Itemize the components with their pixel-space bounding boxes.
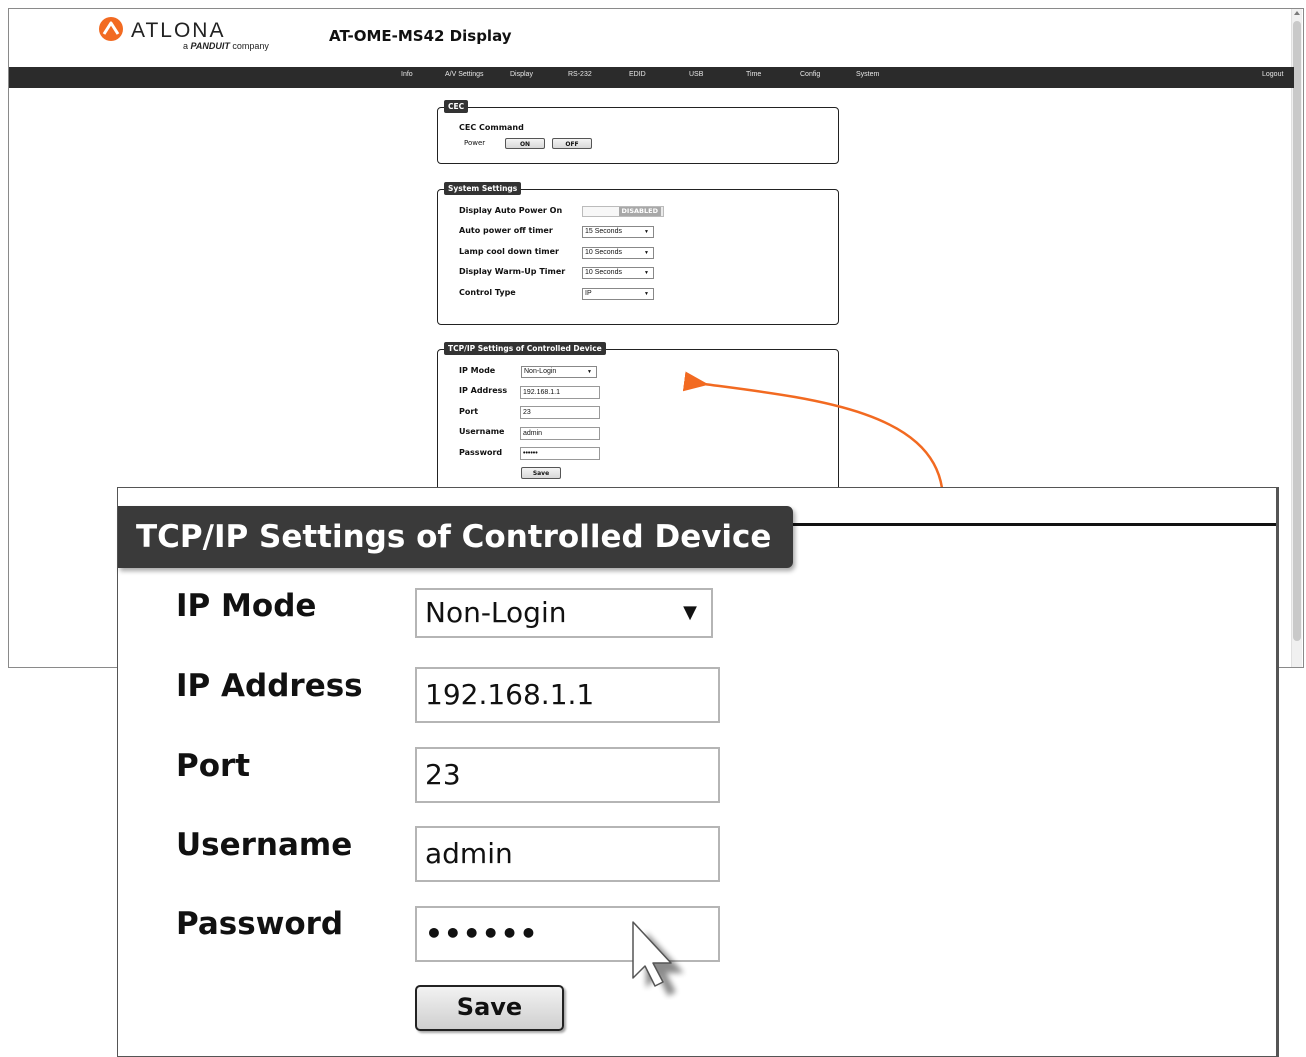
auto-power-on-toggle[interactable]: DISABLED xyxy=(582,206,664,217)
mouse-pointer-icon xyxy=(632,921,684,996)
password-input[interactable]: •••••• xyxy=(520,447,600,460)
tcpip-legend: TCP/IP Settings of Controlled Device xyxy=(444,342,606,355)
warmup-label: Display Warm-Up Timer xyxy=(459,267,566,276)
dropdown-caret-icon: ▼ xyxy=(644,270,649,276)
zoom-ip-mode-select[interactable]: Non-Login ▼ xyxy=(415,588,713,638)
nav-item-display[interactable]: Display xyxy=(510,71,533,78)
zoom-username-input[interactable]: admin xyxy=(415,826,720,882)
auto-power-off-select[interactable]: 15 Seconds ▼ xyxy=(582,226,654,238)
nav-item-info[interactable]: Info xyxy=(401,71,413,78)
nav-item-rs232[interactable]: RS-232 xyxy=(568,71,592,78)
port-label: Port xyxy=(459,407,479,416)
control-type-label: Control Type xyxy=(459,288,516,297)
nav-item-av-settings[interactable]: A/V Settings xyxy=(445,71,484,78)
nav-item-edid[interactable]: EDID xyxy=(629,71,646,78)
ip-mode-select[interactable]: Non-Login ▼ xyxy=(521,366,597,378)
password-label: Password xyxy=(459,448,503,457)
username-label: Username xyxy=(459,427,505,436)
zoom-username-label: Username xyxy=(176,827,353,863)
cec-fieldset: CEC xyxy=(437,100,839,164)
atlona-logo: ATLONA a PANDUIT company xyxy=(97,15,277,57)
save-button[interactable]: Save xyxy=(415,985,564,1031)
top-navbar: Info A/V Settings Display RS-232 EDID US… xyxy=(9,67,1294,88)
callout-arrow-icon xyxy=(682,371,944,489)
auto-power-off-label: Auto power off timer xyxy=(459,226,553,235)
cec-legend: CEC xyxy=(444,100,469,113)
scroll-up-icon[interactable] xyxy=(1294,11,1300,15)
page-title: AT-OME-MS42 Display xyxy=(329,27,512,45)
cec-command-label: CEC Command xyxy=(459,123,524,132)
fieldset-border-line xyxy=(738,523,1276,526)
username-input[interactable]: admin xyxy=(520,427,600,440)
dropdown-caret-icon: ▼ xyxy=(644,250,649,256)
zoom-password-label: Password xyxy=(176,906,344,942)
dropdown-caret-icon: ▼ xyxy=(644,229,649,235)
brand-name: ATLONA xyxy=(131,19,225,42)
zoom-port-label: Port xyxy=(176,748,251,784)
toggle-knob xyxy=(583,207,623,216)
zoom-port-input[interactable]: 23 xyxy=(415,747,720,803)
ip-address-label: IP Address xyxy=(459,386,508,395)
cec-on-button[interactable]: ON xyxy=(505,138,545,149)
zoom-ip-address-label: IP Address xyxy=(176,668,363,704)
dropdown-caret-icon: ▼ xyxy=(683,602,697,623)
vertical-scrollbar[interactable] xyxy=(1291,9,1302,667)
nav-item-system[interactable]: System xyxy=(856,71,879,78)
zoom-ip-address-input[interactable]: 192.168.1.1 xyxy=(415,667,720,723)
nav-item-config[interactable]: Config xyxy=(800,71,820,78)
port-input[interactable]: 23 xyxy=(520,406,600,419)
lamp-cool-select[interactable]: 10 Seconds ▼ xyxy=(582,247,654,259)
system-settings-legend: System Settings xyxy=(444,182,522,195)
nav-item-usb[interactable]: USB xyxy=(689,71,703,78)
lamp-cool-label: Lamp cool down timer xyxy=(459,247,559,256)
toggle-state: DISABLED xyxy=(618,207,661,216)
cec-off-button[interactable]: OFF xyxy=(552,138,592,149)
auto-power-on-label: Display Auto Power On xyxy=(459,206,563,215)
logout-link[interactable]: Logout xyxy=(1262,71,1283,78)
nav-item-time[interactable]: Time xyxy=(746,71,761,78)
cec-power-label: Power xyxy=(464,139,486,147)
warmup-select[interactable]: 10 Seconds ▼ xyxy=(582,267,654,279)
control-type-select[interactable]: IP ▼ xyxy=(582,288,654,300)
brand-tagline: a PANDUIT company xyxy=(183,41,269,51)
scrollbar-thumb[interactable] xyxy=(1293,21,1301,641)
dropdown-caret-icon: ▼ xyxy=(644,291,649,297)
ip-mode-label: IP Mode xyxy=(459,366,496,375)
ip-address-input[interactable]: 192.168.1.1 xyxy=(520,386,600,399)
zoom-tcpip-legend: TCP/IP Settings of Controlled Device xyxy=(118,506,794,568)
dropdown-caret-icon: ▼ xyxy=(587,369,592,375)
zoom-ip-mode-label: IP Mode xyxy=(176,588,317,624)
save-button-small[interactable]: Save xyxy=(521,467,561,479)
